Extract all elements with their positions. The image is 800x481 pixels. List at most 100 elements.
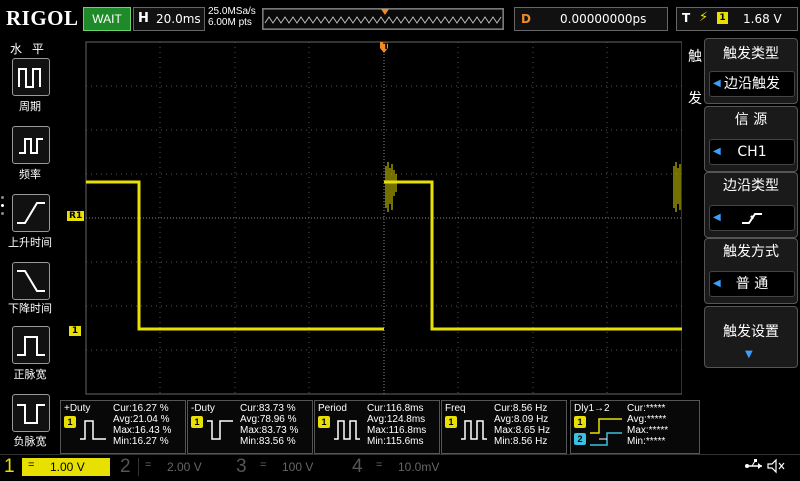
trigger-source-badge: 1 [717, 12, 728, 24]
frequency-icon [19, 138, 43, 154]
delay-value: 0.00000000ps [560, 12, 647, 26]
chevron-down-icon: ▼ [745, 349, 753, 360]
fall-time-label: 下降时间 [8, 302, 52, 315]
edge-type-value-box[interactable]: ◀ [709, 205, 795, 231]
measurement-values: Cur:8.56 Hz Avg:8.09 Hz Max:8.65 Hz Min:… [494, 403, 550, 447]
left-arrow-icon: ◀ [713, 212, 721, 223]
ch4-status[interactable]: 4 = 10.0mV [348, 455, 466, 479]
ch3-status[interactable]: 3 = 100 V [232, 455, 350, 479]
fall-time-button[interactable] [12, 262, 50, 300]
negative-width-button[interactable] [12, 394, 50, 432]
trigger-type-menu-item[interactable]: 触发类型 ◀ 边沿触发 [704, 38, 798, 104]
rise-time-button[interactable] [12, 194, 50, 232]
trigger-mode-value-box[interactable]: ◀ 普 通 [709, 271, 795, 297]
ch3-coupling: = [260, 459, 267, 471]
trigger-mode-menu-item[interactable]: 触发方式 ◀ 普 通 [704, 238, 798, 304]
source-badge: 1 [445, 416, 457, 428]
source-badge: 1 [64, 416, 76, 428]
source-badge: 1 [574, 416, 586, 428]
waveform-display[interactable] [60, 36, 683, 398]
trigger-settings-menu-item[interactable]: 触发设置 ▼ [704, 306, 798, 368]
rise-time-icon [17, 202, 45, 224]
frequency-icon [461, 420, 487, 440]
trigger-type-value: 边沿触发 [724, 76, 780, 92]
positive-width-button[interactable] [12, 326, 50, 364]
min-value: Min:83.56 % [240, 436, 296, 447]
measurement-positive-duty[interactable]: +Duty 1 Cur:16.27 % Avg:21.04 % Max:16.4… [60, 400, 186, 454]
ch1-reference-marker[interactable]: R1 [67, 211, 85, 221]
ch1-status[interactable]: 1 = 1.00 V [0, 455, 118, 479]
sample-rate: 25.0MSa/s [208, 6, 256, 17]
positive-width-label: 正脉宽 [13, 368, 47, 381]
timebase-label: H [138, 11, 149, 26]
measurement-values: Cur:83.73 % Avg:78.96 % Max:83.73 % Min:… [240, 403, 298, 447]
avg-value: Avg:124.8ms [367, 414, 426, 425]
trigger-status[interactable]: T ⚡ 1 1.68 V [676, 7, 798, 31]
source-title: 信 源 [734, 112, 768, 128]
delay-label: D [521, 12, 531, 26]
ch1-ground-marker[interactable]: 1 [69, 326, 81, 336]
menu-side-label-1: 触 [688, 49, 702, 65]
left-menu-scroll-indicator [1, 196, 5, 226]
ch3-number: 3 [236, 456, 247, 477]
menu-side-label-2: 发 [688, 91, 702, 107]
trigger-marker-label: T [383, 42, 390, 52]
measurement-values: Cur:16.27 % Avg:21.04 % Max:16.43 % Min:… [113, 403, 171, 447]
run-state-badge[interactable]: WAIT [83, 7, 131, 31]
rise-time-label: 上升时间 [8, 236, 52, 249]
ch2-status[interactable]: 2 = 2.00 V [116, 455, 234, 479]
negative-width-icon [17, 404, 45, 424]
avg-value: Avg:78.96 % [240, 414, 297, 425]
source-value: CH1 [737, 144, 767, 160]
delay-icon [590, 418, 622, 446]
source-menu-item[interactable]: 信 源 ◀ CH1 [704, 106, 798, 172]
period-icon [18, 68, 41, 88]
trigger-type-value-box[interactable]: ◀ 边沿触发 [709, 71, 795, 97]
ch2-number: 2 [120, 456, 131, 477]
measurement-negative-duty[interactable]: -Duty 1 Cur:83.73 % Avg:78.96 % Max:83.7… [187, 400, 313, 454]
cur-value: Cur:8.56 Hz [494, 403, 548, 414]
ch4-scale-box: = 10.0mV [370, 458, 458, 476]
measurement-delay[interactable]: Dly1→2 1 2 Cur:***** Avg:***** Max:*****… [570, 400, 700, 454]
max-value: Max:116.8ms [367, 425, 427, 436]
avg-value: Avg:21.04 % [113, 414, 170, 425]
source-badge: 1 [191, 416, 203, 428]
ch4-scale: 10.0mV [398, 460, 440, 474]
left-arrow-icon: ◀ [713, 146, 721, 157]
memory-overview-bar[interactable] [262, 8, 504, 30]
timebase-display[interactable]: H 20.0ms [133, 7, 205, 31]
measurement-name: Period [318, 403, 347, 414]
delay-display[interactable]: D 0.00000000ps [514, 7, 668, 31]
period-label: 周期 [19, 100, 41, 113]
edge-type-menu-item[interactable]: 边沿类型 ◀ [704, 172, 798, 238]
period-button[interactable] [12, 58, 50, 96]
waveform-grid [85, 41, 683, 395]
frequency-label: 频率 [19, 168, 41, 181]
trigger-level: 1.68 V [743, 12, 782, 26]
timebase-value: 20.0ms [156, 12, 201, 26]
min-value: Min:8.56 Hz [494, 436, 548, 447]
min-value: Min:115.6ms [367, 436, 424, 447]
avg-value: Avg:***** [627, 414, 667, 425]
max-value: Max:83.73 % [240, 425, 299, 436]
ch1-scale-box: = 1.00 V [22, 458, 110, 476]
cur-value: Cur:83.73 % [240, 403, 296, 414]
max-value: Max:***** [627, 425, 669, 436]
source-value-box[interactable]: ◀ CH1 [709, 139, 795, 165]
negative-width-label: 负脉宽 [13, 435, 47, 448]
frequency-button[interactable] [12, 126, 50, 164]
measurement-frequency[interactable]: Freq 1 Cur:8.56 Hz Avg:8.09 Hz Max:8.65 … [441, 400, 567, 454]
left-arrow-icon: ◀ [713, 78, 721, 89]
rising-edge-icon [742, 213, 762, 224]
negative-duty-icon [207, 420, 233, 440]
cur-value: Cur:***** [627, 403, 666, 414]
ch1-coupling: = [28, 459, 35, 471]
source-badge: 1 [318, 416, 330, 428]
fall-time-icon [17, 270, 45, 292]
min-value: Min:16.27 % [113, 436, 169, 447]
ch1-scale: 1.00 V [50, 460, 85, 474]
trigger-settings-title: 触发设置 [723, 324, 779, 340]
measurement-period[interactable]: Period 1 Cur:116.8ms Avg:124.8ms Max:116… [314, 400, 440, 454]
speaker-muted-icon[interactable] [766, 458, 786, 478]
rising-edge-icon: ⚡ [699, 10, 709, 25]
